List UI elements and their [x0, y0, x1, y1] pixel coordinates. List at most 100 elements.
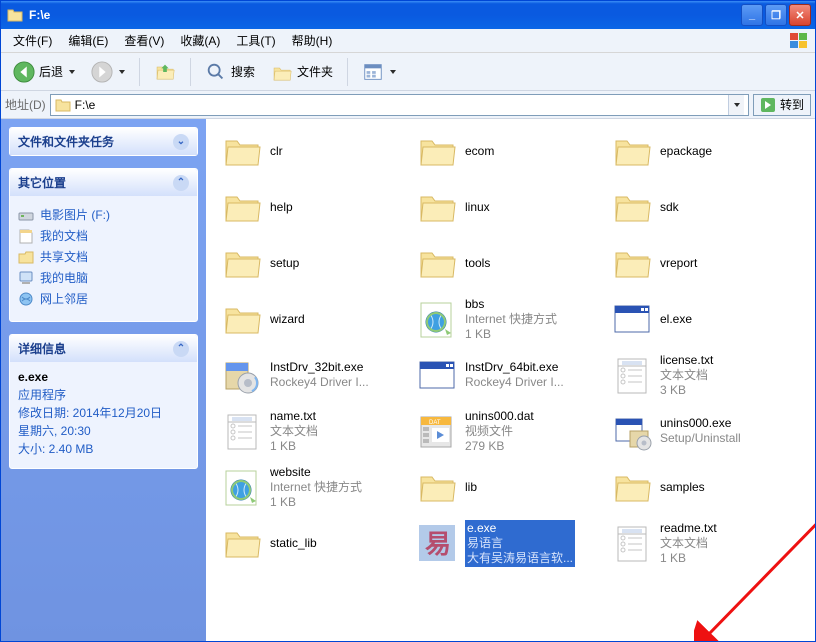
- chevron-down-icon: [69, 70, 75, 74]
- file-item[interactable]: readme.txt文本文档1 KB: [612, 521, 797, 565]
- exe-window-icon: [417, 355, 457, 395]
- details-name: e.exe: [18, 368, 189, 386]
- folder-icon: [417, 131, 457, 171]
- details-moddate: 修改日期: 2014年12月20日: [18, 404, 189, 422]
- file-sub: Internet 快捷方式: [270, 480, 362, 495]
- tasks-header[interactable]: 文件和文件夹任务 ⌄: [10, 128, 197, 155]
- back-icon: [13, 61, 35, 83]
- close-button[interactable]: ✕: [789, 4, 811, 26]
- minimize-button[interactable]: _: [741, 4, 763, 26]
- file-item[interactable]: unins000.dat视频文件279 KB: [417, 409, 602, 453]
- places-panel: 其它位置 ⌃ 电影图片 (F:) 我的文档共享文档我的电脑网上邻居: [9, 168, 198, 322]
- search-button[interactable]: 搜索: [199, 58, 261, 86]
- file-name: static_lib: [270, 536, 317, 551]
- file-name: sdk: [660, 200, 679, 215]
- folder-icon: [222, 523, 262, 563]
- folder-up-icon: [154, 61, 176, 83]
- address-value: F:\e: [75, 98, 724, 112]
- file-item[interactable]: samples: [612, 465, 797, 509]
- file-item[interactable]: bbsInternet 快捷方式1 KB: [417, 297, 602, 341]
- back-button[interactable]: 后退: [7, 58, 81, 86]
- places-header[interactable]: 其它位置 ⌃: [10, 169, 197, 196]
- places-title: 其它位置: [18, 174, 66, 191]
- views-button[interactable]: [356, 58, 402, 86]
- file-name: el.exe: [660, 312, 692, 327]
- menubar: 文件(F) 编辑(E) 查看(V) 收藏(A) 工具(T) 帮助(H): [1, 29, 815, 53]
- file-item[interactable]: vreport: [612, 241, 797, 285]
- menu-file[interactable]: 文件(F): [5, 30, 60, 51]
- go-button[interactable]: 转到: [753, 94, 811, 116]
- sidebar-item-place[interactable]: 我的文档: [18, 227, 189, 244]
- file-name: readme.txt: [660, 521, 717, 536]
- menu-tools[interactable]: 工具(T): [228, 30, 283, 51]
- file-item[interactable]: unins000.exeSetup/Uninstall: [612, 409, 797, 453]
- file-item[interactable]: epackage: [612, 129, 797, 173]
- file-name: bbs: [465, 297, 557, 312]
- file-item[interactable]: license.txt文本文档3 KB: [612, 353, 797, 397]
- file-name: website: [270, 465, 362, 480]
- file-item[interactable]: lib: [417, 465, 602, 509]
- place-label: 共享文档: [40, 248, 88, 265]
- file-name: linux: [465, 200, 490, 215]
- menu-edit[interactable]: 编辑(E): [60, 30, 116, 51]
- sidebar-item-place[interactable]: 网上邻居: [18, 290, 189, 307]
- file-item[interactable]: help: [222, 185, 407, 229]
- file-name: unins000.exe: [660, 416, 741, 431]
- file-item[interactable]: static_lib: [222, 521, 407, 565]
- file-item[interactable]: name.txt文本文档1 KB: [222, 409, 407, 453]
- sidebar-item-place[interactable]: 电影图片 (F:): [18, 206, 189, 223]
- chevron-up-icon: ⌃: [173, 175, 189, 191]
- place-label: 我的文档: [40, 227, 88, 244]
- sidebar-item-place[interactable]: 共享文档: [18, 248, 189, 265]
- file-item[interactable]: linux: [417, 185, 602, 229]
- file-item[interactable]: e.exe易语言大有吴涛易语言软...: [417, 521, 602, 565]
- dat-icon: [417, 411, 457, 451]
- address-dropdown[interactable]: [728, 95, 744, 115]
- place-label: 网上邻居: [40, 290, 88, 307]
- file-name: vreport: [660, 256, 697, 271]
- folder-icon: [222, 131, 262, 171]
- folders-button[interactable]: 文件夹: [265, 58, 339, 86]
- file-sub2: 279 KB: [465, 439, 534, 454]
- file-list[interactable]: clrecomepackage help linux sdk setuptools vre…: [206, 119, 815, 641]
- file-name: unins000.dat: [465, 409, 534, 424]
- file-sub: 文本文档: [660, 536, 717, 551]
- file-sub2: 1 KB: [465, 327, 557, 342]
- file-sub: 文本文档: [660, 368, 713, 383]
- folder-icon: [612, 467, 652, 507]
- chevron-up-icon: ⌃: [173, 341, 189, 357]
- file-item[interactable]: InstDrv_32bit.exeRockey4 Driver I...: [222, 353, 407, 397]
- file-item[interactable]: tools: [417, 241, 602, 285]
- file-item[interactable]: el.exe: [612, 297, 797, 341]
- maximize-button[interactable]: ❐: [765, 4, 787, 26]
- menu-help[interactable]: 帮助(H): [284, 30, 341, 51]
- chevron-down-icon: ⌄: [173, 134, 189, 150]
- folders-icon: [271, 61, 293, 83]
- file-name: lib: [465, 480, 477, 495]
- details-header[interactable]: 详细信息 ⌃: [10, 335, 197, 362]
- address-input[interactable]: F:\e: [50, 94, 749, 116]
- up-button[interactable]: [148, 58, 182, 86]
- forward-button[interactable]: [85, 58, 131, 86]
- file-sub: Setup/Uninstall: [660, 431, 741, 446]
- menu-fav[interactable]: 收藏(A): [172, 30, 228, 51]
- go-label: 转到: [780, 96, 804, 113]
- file-item[interactable]: clr: [222, 129, 407, 173]
- file-item[interactable]: ecom: [417, 129, 602, 173]
- net-icon: [18, 291, 34, 307]
- body: 文件和文件夹任务 ⌄ 其它位置 ⌃ 电影图片 (F:) 我的文档共享文档我的电脑网…: [1, 119, 815, 641]
- file-item[interactable]: wizard: [222, 297, 407, 341]
- file-item[interactable]: sdk: [612, 185, 797, 229]
- file-item[interactable]: websiteInternet 快捷方式1 KB: [222, 465, 407, 509]
- file-item[interactable]: InstDrv_64bit.exeRockey4 Driver I...: [417, 353, 602, 397]
- details-title: 详细信息: [18, 340, 66, 357]
- windows-logo-icon: [789, 32, 809, 50]
- file-item[interactable]: setup: [222, 241, 407, 285]
- menu-view[interactable]: 查看(V): [116, 30, 172, 51]
- titlebar[interactable]: F:\e _ ❐ ✕: [1, 1, 815, 29]
- folder-icon: [222, 243, 262, 283]
- sidebar-item-place[interactable]: 我的电脑: [18, 269, 189, 286]
- folder-icon: [18, 249, 34, 265]
- file-sub: 易语言: [467, 536, 573, 551]
- url-icon: [417, 299, 457, 339]
